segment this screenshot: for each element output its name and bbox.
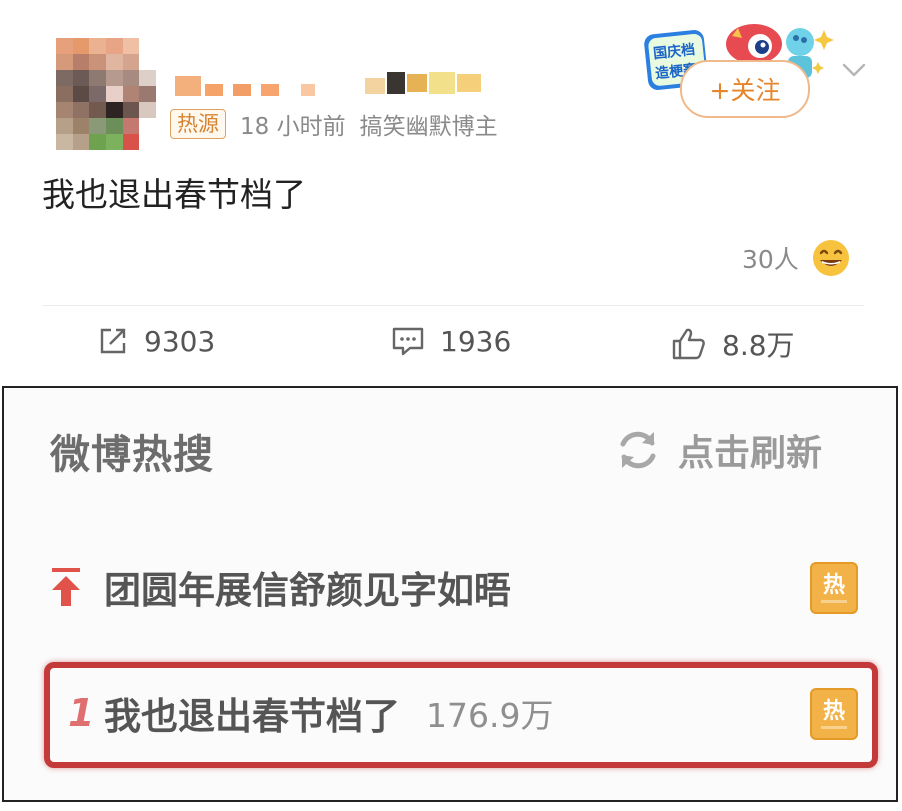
item-title: 团圆年展信舒颜见字如晤	[104, 569, 511, 612]
weibo-post-card: 热源 18 小时前 搞笑幽默博主 国庆档 造梗赛 +关注 我也退出春节档了 30…	[10, 12, 896, 384]
rank-pinned	[48, 564, 104, 610]
refresh-button[interactable]: 点击刷新	[612, 424, 822, 476]
divider	[42, 305, 864, 306]
repost-button[interactable]: 9303	[96, 324, 215, 358]
post-meta: 热源 18 小时前 搞笑幽默博主	[170, 108, 498, 140]
thumbs-up-icon	[672, 328, 705, 360]
chevron-down-icon[interactable]	[840, 56, 868, 84]
pin-top-icon	[52, 568, 80, 606]
comment-icon	[392, 327, 424, 356]
comment-count: 1936	[440, 324, 512, 358]
share-edit-icon	[100, 328, 126, 354]
repost-count: 9303	[144, 324, 216, 358]
comment-button[interactable]: 1936	[390, 324, 511, 358]
username-obscured[interactable]	[175, 68, 485, 98]
hot-badge-icon: 热	[810, 562, 858, 614]
panel-title: 微博热搜	[50, 432, 214, 478]
avatar[interactable]	[56, 38, 156, 150]
reaction-count: 30人	[742, 245, 799, 274]
author-description: 搞笑幽默博主	[359, 114, 498, 140]
hot-search-item[interactable]: 团圆年展信舒颜见字如晤 热	[48, 552, 860, 622]
hot-search-panel: 微博热搜 点击刷新 团圆年展信舒颜见字如晤 热 1 我也退出春节档了 176.9…	[2, 386, 898, 802]
reaction-summary[interactable]: 30人	[742, 238, 851, 278]
like-button[interactable]: 8.8万	[670, 324, 795, 364]
post-time: 18 小时前	[240, 114, 346, 140]
hot-search-item[interactable]: 1 我也退出春节档了 176.9万 热	[48, 678, 860, 748]
follow-button[interactable]: +关注	[680, 60, 810, 118]
rank-number: 1	[68, 691, 95, 735]
item-heat-count: 176.9万	[426, 696, 554, 735]
source-tag: 热源	[170, 109, 226, 139]
refresh-label: 点击刷新	[678, 433, 823, 474]
post-content: 我也退出春节档了	[42, 175, 306, 214]
item-title: 我也退出春节档了	[104, 695, 400, 738]
grin-emoji-icon	[812, 240, 849, 276]
refresh-icon	[620, 431, 656, 469]
hot-badge-icon: 热	[810, 688, 858, 740]
post-action-bar: 9303 1936 8.8万	[10, 324, 896, 368]
like-count: 8.8万	[722, 329, 795, 362]
